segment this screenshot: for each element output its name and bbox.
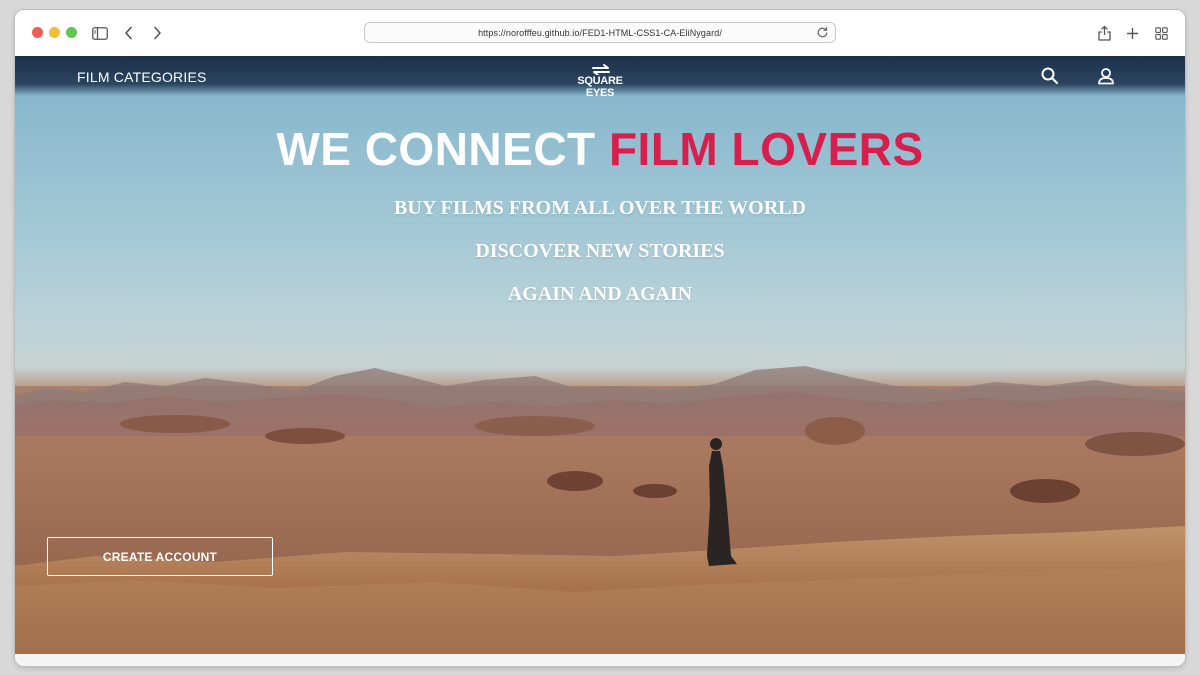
browser-window: https://norofffeu.github.io/FED1-HTML-CS… <box>15 10 1185 666</box>
sidebar-icon[interactable] <box>89 22 111 44</box>
hero-title-accent: FILM LOVERS <box>608 123 924 175</box>
back-icon[interactable] <box>118 22 140 44</box>
tagline-1: BUY FILMS FROM ALL OVER THE WORLD <box>394 197 806 219</box>
tab-overview-icon[interactable] <box>1150 22 1172 44</box>
minimize-window-button[interactable] <box>49 27 60 38</box>
logo-text: SQUARE EYES <box>577 75 623 99</box>
new-tab-icon[interactable] <box>1121 22 1143 44</box>
close-window-button[interactable] <box>32 27 43 38</box>
address-url: https://norofffeu.github.io/FED1-HTML-CS… <box>478 27 722 38</box>
zoom-window-button[interactable] <box>66 27 77 38</box>
reload-icon[interactable] <box>816 26 829 39</box>
hero-title: WE CONNECT FILM LOVERS <box>15 122 1185 176</box>
address-bar[interactable]: https://norofffeu.github.io/FED1-HTML-CS… <box>364 22 836 43</box>
forward-icon[interactable] <box>146 22 168 44</box>
logo-arrows-icon <box>592 64 610 75</box>
user-icon[interactable] <box>1096 66 1116 86</box>
browser-toolbar: https://norofffeu.github.io/FED1-HTML-CS… <box>15 10 1185 57</box>
film-categories-link[interactable]: FILM CATEGORIES <box>77 69 207 85</box>
hero-background-image <box>15 366 1185 654</box>
site-logo[interactable]: SQUARE EYES <box>567 64 633 99</box>
create-account-button[interactable]: CREATE ACCOUNT <box>47 537 273 576</box>
window-bottom-edge <box>15 654 1185 666</box>
site-header: FILM CATEGORIES SQUARE EYES <box>15 56 1185 99</box>
tagline-3: AGAIN AND AGAIN <box>507 283 693 305</box>
page-viewport: FILM CATEGORIES SQUARE EYES WE CONNECT F… <box>15 56 1185 654</box>
hero-title-main: WE CONNECT <box>276 123 609 175</box>
share-icon[interactable] <box>1093 22 1115 44</box>
tagline-2: DISCOVER NEW STORIES <box>475 240 725 262</box>
search-icon[interactable] <box>1040 66 1060 86</box>
